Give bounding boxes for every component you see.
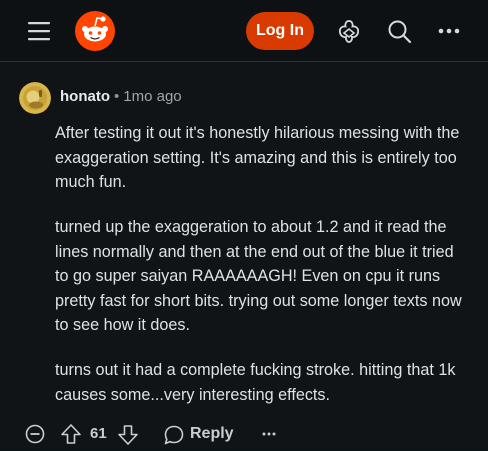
comment-author[interactable]: honato: [60, 88, 110, 105]
upvote-icon[interactable]: [60, 423, 82, 450]
comment-meta: honato • 1mo ago: [60, 88, 182, 105]
more-actions-icon[interactable]: [261, 426, 277, 447]
more-options-icon[interactable]: [436, 20, 462, 46]
vote-count: 61: [90, 425, 107, 442]
reply-icon: [164, 425, 184, 445]
avatar[interactable]: [19, 82, 51, 114]
comment-timestamp[interactable]: 1mo ago: [123, 88, 181, 105]
comment-paragraph-2: turned up the exaggeration to about 1.2 …: [55, 218, 462, 334]
login-button[interactable]: Log In: [246, 12, 314, 50]
comment-paragraph-1: After testing it out it's honestly hilar…: [55, 124, 460, 191]
reply-button[interactable]: [163, 424, 185, 451]
comment-paragraph-3: turns out it had a complete fucking stro…: [55, 361, 456, 404]
search-icon[interactable]: [386, 18, 412, 44]
downvote-icon[interactable]: [117, 424, 139, 451]
meta-separator: •: [114, 88, 120, 105]
comment-action-bar: 61 Reply: [0, 418, 488, 450]
reddit-logo-icon[interactable]: [75, 11, 115, 51]
menu-icon[interactable]: [26, 19, 52, 43]
comment-thread: honato • 1mo ago After testing it out it's…: [0, 62, 488, 450]
top-navigation-bar: Log In: [0, 0, 488, 62]
collapse-thread-icon[interactable]: [25, 424, 45, 449]
achievements-icon[interactable]: [336, 18, 362, 44]
reply-label[interactable]: Reply: [190, 425, 234, 443]
